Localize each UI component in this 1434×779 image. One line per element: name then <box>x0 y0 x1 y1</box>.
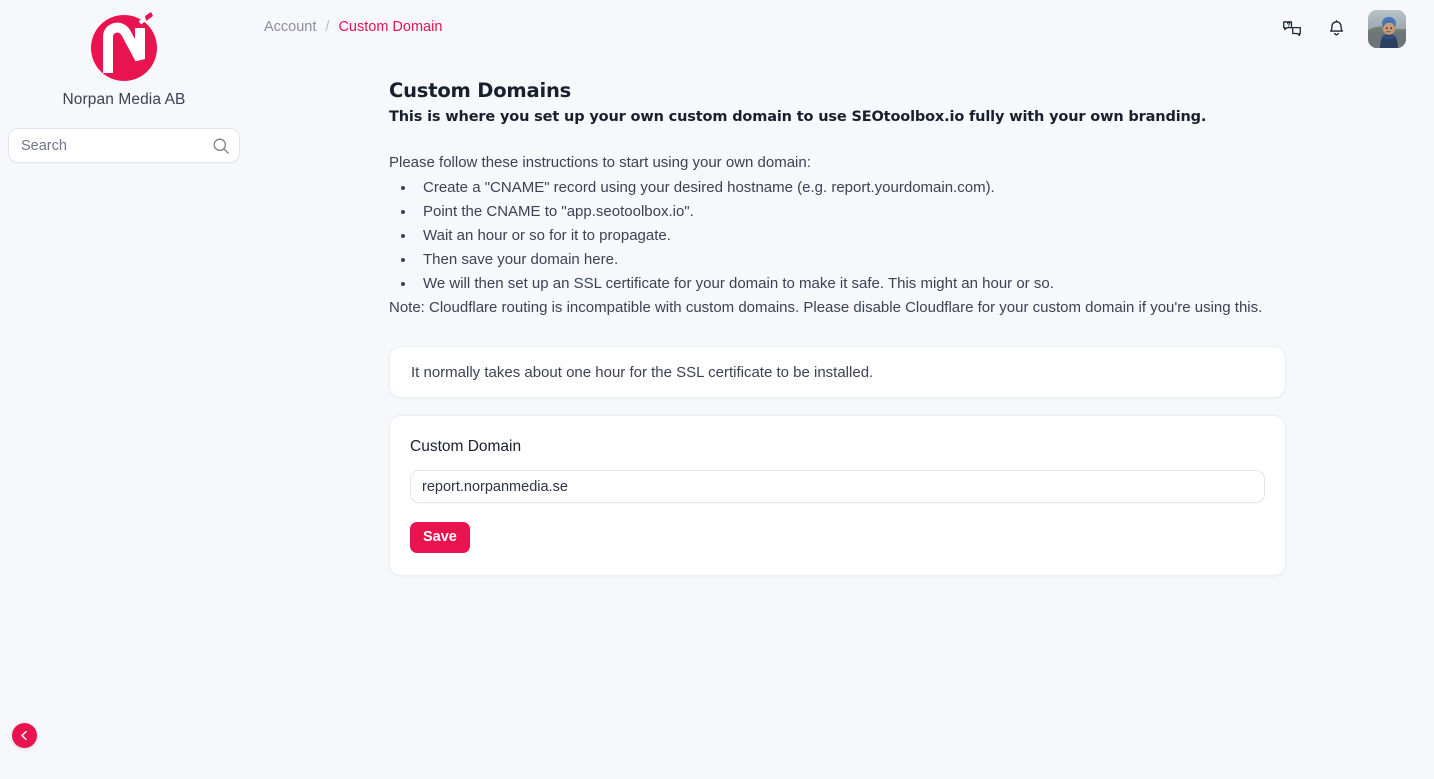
top-header: Account / Custom Domain <box>248 0 1434 56</box>
breadcrumb: Account / Custom Domain <box>264 19 442 35</box>
search-icon[interactable] <box>212 137 230 155</box>
breadcrumb-item-account[interactable]: Account <box>264 19 316 35</box>
sidebar: Norpan Media AB <box>0 0 248 779</box>
cloudflare-note: Note: Cloudflare routing is incompatible… <box>389 299 1263 316</box>
sidebar-collapse-button[interactable] <box>12 723 37 748</box>
custom-domain-input[interactable] <box>410 470 1265 503</box>
list-item: Then save your domain here. <box>389 248 1286 272</box>
search-input[interactable] <box>9 129 209 162</box>
page-title: Custom Domains <box>389 79 572 102</box>
list-item: We will then set up an SSL certificate f… <box>389 272 1286 296</box>
instructions-list: Create a "CNAME" record using your desir… <box>389 176 1286 296</box>
breadcrumb-separator: / <box>325 19 330 35</box>
ssl-info-text: It normally takes about one hour for the… <box>411 363 874 381</box>
user-avatar[interactable] <box>1368 10 1406 48</box>
list-item: Create a "CNAME" record using your desir… <box>389 176 1286 200</box>
custom-domain-label: Custom Domain <box>410 438 522 455</box>
chevron-left-icon <box>19 730 30 741</box>
custom-domain-form-card: Custom Domain Save <box>389 415 1286 576</box>
list-item: Wait an hour or so for it to propagate. <box>389 224 1286 248</box>
chat-question-icon[interactable] <box>1280 17 1304 41</box>
header-actions <box>1280 10 1406 48</box>
ssl-info-card: It normally takes about one hour for the… <box>389 346 1286 398</box>
instructions-intro: Please follow these instructions to star… <box>389 154 811 171</box>
brand-name: Norpan Media AB <box>62 91 186 108</box>
list-item: Point the CNAME to "app.seotoolbox.io". <box>389 200 1286 224</box>
page-subtitle: This is where you set up your own custom… <box>389 109 1207 125</box>
search-box[interactable] <box>8 128 240 163</box>
breadcrumb-current-custom-domain: Custom Domain <box>338 19 443 35</box>
app-root: Norpan Media AB Account / Custom Domain <box>0 0 1434 779</box>
norpan-n-monogram-logo-icon[interactable] <box>88 11 160 85</box>
save-button[interactable]: Save <box>410 522 470 553</box>
main-content: Custom Domains This is where you set up … <box>389 78 1286 576</box>
bell-icon[interactable] <box>1324 17 1348 41</box>
